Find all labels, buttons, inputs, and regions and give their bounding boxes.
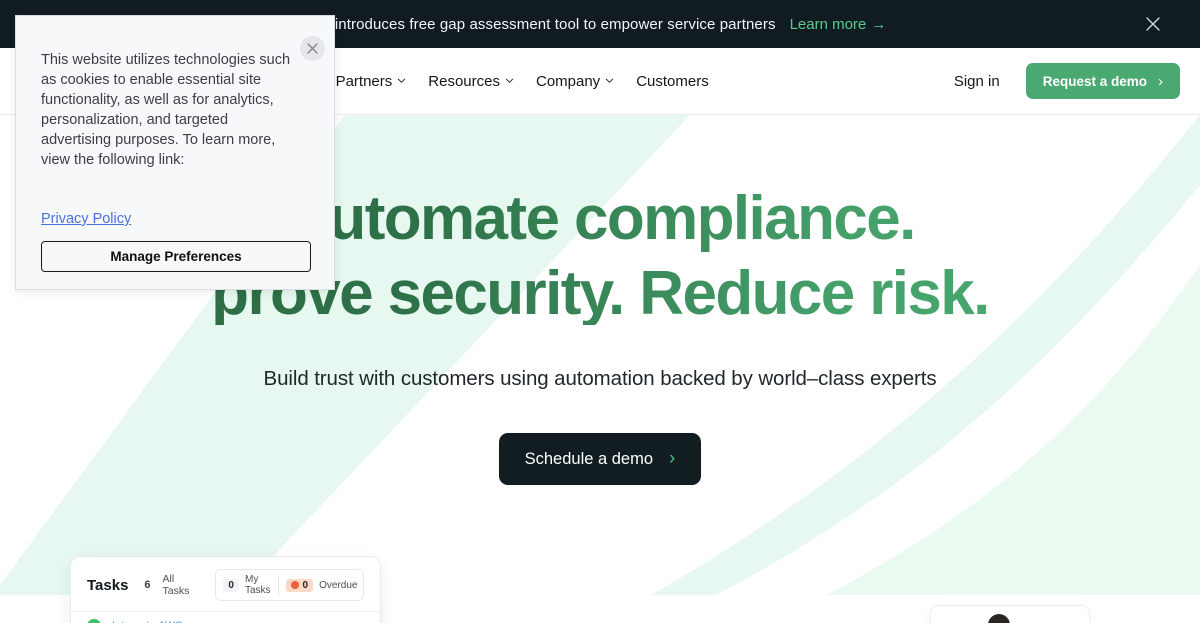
hero-title-line-1: Automate compliance. — [285, 184, 915, 253]
filter-my-tasks[interactable]: 0 My Tasks — [216, 570, 277, 600]
announcement-close-button[interactable] — [1142, 13, 1164, 35]
tasks-card-header: Tasks 6 All Tasks 0 My Tasks 0 Overdue — [71, 557, 380, 611]
activity-card — [930, 605, 1090, 623]
announcement-learn-more-link[interactable]: Learn more → — [790, 16, 887, 33]
cookie-consent-banner: This website utilizes technologies such … — [15, 15, 335, 290]
overdue-count-value: 0 — [302, 579, 309, 591]
my-tasks-label: My Tasks — [244, 574, 271, 596]
chevron-down-icon — [505, 76, 514, 85]
alert-dot-icon — [290, 581, 299, 589]
chevron-down-icon — [605, 76, 614, 85]
chevron-right-icon: › — [1158, 72, 1163, 90]
arrow-right-icon: → — [871, 15, 887, 33]
manage-preferences-button[interactable]: Manage Preferences — [41, 241, 311, 272]
hero-subtitle: Build trust with customers using automat… — [263, 367, 937, 390]
overdue-label: Overdue — [319, 579, 358, 591]
chevron-down-icon — [397, 76, 406, 85]
tasks-title: Tasks — [87, 576, 129, 594]
cookie-body-text: This website utilizes technologies such … — [41, 52, 291, 168]
announcement-text: ne introduces free gap assessment tool t… — [313, 15, 776, 33]
nav-item-resources[interactable]: Resources — [417, 73, 525, 90]
nav-label: Resources — [428, 72, 500, 90]
table-row[interactable]: Integrate AWS — [71, 611, 380, 623]
tasks-count: 6 — [144, 579, 151, 591]
nav-item-customers[interactable]: Customers — [625, 73, 720, 90]
tasks-card: Tasks 6 All Tasks 0 My Tasks 0 Overdue I… — [70, 556, 381, 623]
nav-actions: Sign in Request a demo › — [954, 63, 1200, 99]
cookie-close-button[interactable] — [300, 36, 325, 61]
schedule-demo-button[interactable]: Schedule a demo › — [498, 433, 702, 485]
all-tasks-label: All Tasks — [162, 573, 190, 597]
avatar — [988, 614, 1010, 623]
request-demo-label: Request a demo — [1042, 73, 1147, 89]
request-demo-button[interactable]: Request a demo › — [1025, 63, 1180, 99]
tasks-filter-segments: 0 My Tasks 0 Overdue — [215, 569, 364, 601]
announcement-inner: ne introduces free gap assessment tool t… — [314, 16, 887, 33]
hero-cta-wrap: Schedule a demo › — [0, 433, 1200, 485]
sign-in-link[interactable]: Sign in — [954, 73, 1000, 90]
chevron-right-icon: › — [669, 448, 676, 469]
overdue-count: 0 — [285, 578, 314, 592]
schedule-demo-label: Schedule a demo — [524, 449, 654, 468]
check-circle-icon — [87, 619, 101, 623]
filter-overdue[interactable]: 0 Overdue — [277, 574, 363, 596]
close-icon — [1146, 17, 1160, 31]
nav-item-partners[interactable]: Partners — [325, 73, 418, 90]
close-icon — [307, 43, 318, 54]
privacy-policy-link[interactable]: Privacy Policy — [41, 211, 131, 227]
nav-label: Customers — [636, 72, 709, 90]
my-tasks-count: 0 — [223, 578, 239, 592]
nav-label: Partners — [335, 72, 393, 90]
nav-label: Company — [535, 72, 601, 90]
nav-item-company[interactable]: Company — [525, 73, 625, 90]
learn-more-label: Learn more — [789, 15, 867, 33]
